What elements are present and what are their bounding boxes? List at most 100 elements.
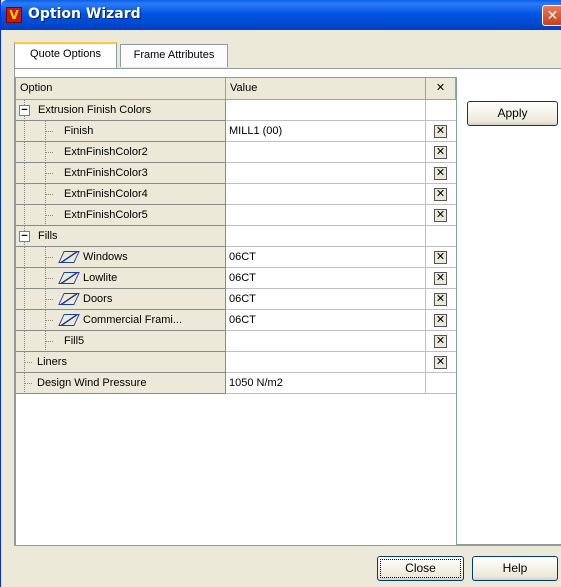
clear-cell	[426, 226, 456, 247]
clear-cell	[426, 373, 456, 394]
options-grid: Option Value ✕ − Extrusion Finish Colors F…	[15, 77, 457, 546]
clear-value-button[interactable]: ✕	[434, 188, 447, 201]
value-cell[interactable]	[226, 100, 426, 121]
option-label: Fills	[38, 230, 58, 242]
clear-value-button[interactable]: ✕	[434, 293, 447, 306]
grid-row[interactable]: ExtnFinishColor4 ✕	[16, 184, 456, 205]
value-cell[interactable]: MILL1 (00)	[226, 121, 426, 142]
option-cell[interactable]: Finish	[16, 121, 226, 142]
value-cell[interactable]	[226, 142, 426, 163]
clear-cell: ✕	[426, 247, 456, 268]
option-label: Doors	[83, 293, 113, 305]
close-button[interactable]: Close	[377, 556, 464, 581]
clear-cell: ✕	[426, 268, 456, 289]
clear-cell: ✕	[426, 205, 456, 226]
clear-value-button[interactable]: ✕	[434, 167, 447, 180]
option-cell[interactable]: Lowlite	[16, 268, 226, 289]
grid-row[interactable]: − Extrusion Finish Colors	[16, 100, 456, 121]
grid-row[interactable]: ExtnFinishColor3 ✕	[16, 163, 456, 184]
option-cell[interactable]: − Extrusion Finish Colors	[16, 100, 226, 121]
window-close-button[interactable]: ✕	[542, 5, 561, 26]
app-icon: V	[6, 7, 22, 23]
grid-row[interactable]: ExtnFinishColor2 ✕	[16, 142, 456, 163]
option-cell[interactable]: Commercial Frami...	[16, 310, 226, 331]
window-title: Option Wizard	[28, 6, 141, 22]
clear-cell	[426, 100, 456, 121]
option-label: Windows	[83, 251, 128, 263]
clear-cell: ✕	[426, 352, 456, 373]
value-cell[interactable]	[226, 205, 426, 226]
option-label: ExtnFinishColor5	[64, 209, 148, 221]
tab-frame-attributes[interactable]: Frame Attributes	[120, 44, 228, 67]
fill-icon	[58, 272, 80, 284]
help-button[interactable]: Help	[472, 556, 558, 581]
value-column-header[interactable]: Value	[226, 78, 426, 100]
clear-cell: ✕	[426, 163, 456, 184]
option-label: ExtnFinishColor3	[64, 167, 148, 179]
option-cell[interactable]: − Fills	[16, 226, 226, 247]
grid-row[interactable]: Lowlite 06CT ✕	[16, 268, 456, 289]
value-cell[interactable]: 06CT	[226, 268, 426, 289]
grid-row[interactable]: Design Wind Pressure 1050 N/m2	[16, 373, 456, 394]
value-cell[interactable]: 1050 N/m2	[226, 373, 426, 394]
clear-value-button[interactable]: ✕	[434, 335, 447, 348]
option-column-header[interactable]: Option	[16, 78, 226, 100]
clear-value-button[interactable]: ✕	[434, 251, 447, 264]
apply-button[interactable]: Apply	[467, 101, 558, 126]
option-cell[interactable]: Liners	[16, 352, 226, 373]
grid-row[interactable]: Windows 06CT ✕	[16, 247, 456, 268]
option-cell[interactable]: Design Wind Pressure	[16, 373, 226, 394]
option-label: Liners	[37, 356, 67, 368]
grid-row[interactable]: Commercial Frami... 06CT ✕	[16, 310, 456, 331]
option-label: Extrusion Finish Colors	[38, 104, 152, 116]
option-cell[interactable]: Fill5	[16, 331, 226, 352]
clear-value-button[interactable]: ✕	[434, 125, 447, 138]
option-label: Fill5	[64, 335, 85, 347]
tab-quote-options[interactable]: Quote Options	[14, 42, 117, 68]
grid-row[interactable]: Liners ✕	[16, 352, 456, 373]
panel-divider	[14, 545, 561, 546]
clear-cell: ✕	[426, 331, 456, 352]
option-wizard-window: V Option Wizard ✕ Quote Options Frame At…	[0, 0, 561, 587]
clear-value-button[interactable]: ✕	[434, 314, 447, 327]
expander-toggle[interactable]: −	[19, 105, 30, 116]
expander-toggle[interactable]: −	[19, 231, 30, 242]
clear-cell: ✕	[426, 121, 456, 142]
option-label: ExtnFinishColor2	[64, 146, 148, 158]
value-cell[interactable]: 06CT	[226, 289, 426, 310]
value-cell[interactable]	[226, 184, 426, 205]
clear-value-button[interactable]: ✕	[434, 272, 447, 285]
clear-cell: ✕	[426, 310, 456, 331]
option-label: Lowlite	[83, 272, 118, 284]
clear-value-button[interactable]: ✕	[434, 209, 447, 222]
clear-cell: ✕	[426, 142, 456, 163]
option-cell[interactable]: Doors	[16, 289, 226, 310]
grid-row[interactable]: Fill5 ✕	[16, 331, 456, 352]
grid-row[interactable]: Doors 06CT ✕	[16, 289, 456, 310]
fill-icon	[58, 293, 80, 305]
clear-column-header[interactable]: ✕	[426, 78, 456, 100]
value-cell[interactable]	[226, 163, 426, 184]
value-cell[interactable]	[226, 331, 426, 352]
value-cell[interactable]: 06CT	[226, 310, 426, 331]
clear-value-button[interactable]: ✕	[434, 356, 447, 369]
grid-row[interactable]: Finish MILL1 (00) ✕	[16, 121, 456, 142]
option-cell[interactable]: Windows	[16, 247, 226, 268]
option-cell[interactable]: ExtnFinishColor5	[16, 205, 226, 226]
option-cell[interactable]: ExtnFinishColor2	[16, 142, 226, 163]
option-label: ExtnFinishColor4	[64, 188, 148, 200]
grid-row[interactable]: − Fills	[16, 226, 456, 247]
title-bar[interactable]: V Option Wizard	[1, 0, 561, 30]
clear-value-button[interactable]: ✕	[434, 146, 447, 159]
value-cell[interactable]	[226, 352, 426, 373]
clear-cell: ✕	[426, 184, 456, 205]
value-cell[interactable]	[226, 226, 426, 247]
grid-row[interactable]: ExtnFinishColor5 ✕	[16, 205, 456, 226]
option-cell[interactable]: ExtnFinishColor4	[16, 184, 226, 205]
option-label: Design Wind Pressure	[37, 377, 147, 389]
option-label: Finish	[64, 125, 94, 137]
value-cell[interactable]: 06CT	[226, 247, 426, 268]
fill-icon	[58, 251, 80, 263]
option-label: Commercial Frami...	[83, 314, 183, 326]
option-cell[interactable]: ExtnFinishColor3	[16, 163, 226, 184]
